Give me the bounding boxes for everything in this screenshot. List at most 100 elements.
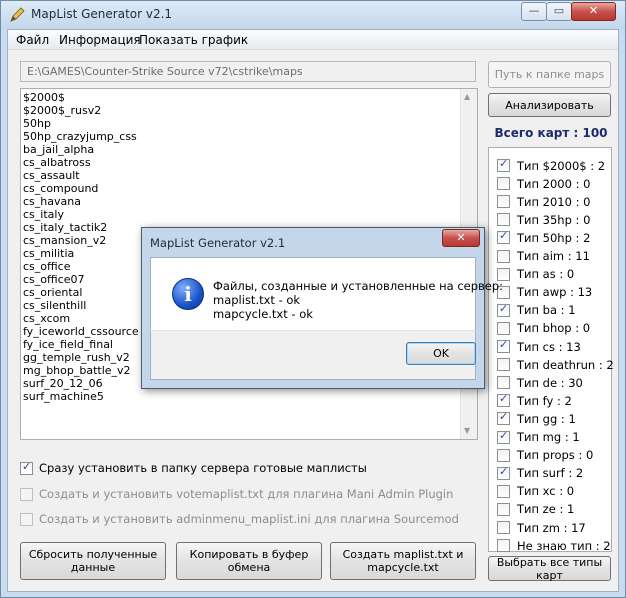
type-checkbox[interactable]: [497, 177, 510, 191]
type-label: Тип gg : 1: [517, 411, 576, 426]
ok-button[interactable]: OK: [406, 342, 476, 365]
list-item[interactable]: cs_oriental: [23, 286, 139, 299]
list-item[interactable]: cs_office07: [23, 273, 139, 286]
type-checkbox[interactable]: [497, 502, 510, 516]
browse-maps-folder-button[interactable]: Путь к папке maps: [488, 61, 611, 88]
type-checkbox[interactable]: ✓: [497, 338, 510, 353]
type-row[interactable]: ✓ Тип surf : 2: [497, 465, 583, 481]
install-to-server-checkbox[interactable]: ✓: [20, 459, 33, 475]
list-item[interactable]: fy_ice_field_final: [23, 338, 139, 351]
sourcemod-adminmenu-label: Создать и установить adminmenu_maplist.i…: [39, 512, 459, 526]
menu-info[interactable]: Информация: [59, 33, 141, 47]
list-item[interactable]: cs_compound: [23, 182, 139, 195]
type-row[interactable]: ✓ Тип fy : 2: [497, 392, 572, 408]
type-checkbox[interactable]: [497, 521, 510, 534]
type-checkbox[interactable]: ✓: [497, 392, 510, 408]
window-title: MapList Generator v2.1: [31, 7, 173, 21]
select-all-types-button[interactable]: Выбрать все типы карт: [488, 556, 611, 582]
menu-file[interactable]: Файл: [16, 33, 49, 47]
type-checkbox[interactable]: [497, 358, 510, 372]
option-install-to-server[interactable]: ✓ Сразу установить в папку сервера готов…: [20, 460, 367, 476]
close-button[interactable]: ✕: [571, 2, 616, 21]
list-item[interactable]: cs_silenthill: [23, 299, 139, 312]
type-row[interactable]: Тип de : 30: [497, 375, 583, 390]
analyze-button[interactable]: Анализировать: [488, 93, 611, 117]
type-row[interactable]: Тип props : 0: [497, 448, 593, 463]
type-row[interactable]: Тип bhop : 0: [497, 321, 590, 336]
sourcemod-adminmenu-checkbox[interactable]: [20, 512, 33, 526]
type-label: Тип 35hp : 0: [517, 212, 591, 227]
type-checkbox[interactable]: [497, 539, 510, 553]
list-item[interactable]: ba_jail_alpha: [23, 143, 139, 156]
option-mani-votemaplist[interactable]: Создать и установить votemaplist.txt для…: [20, 486, 453, 502]
type-label: Не знаю тип : 2: [517, 538, 611, 553]
create-maplist-button[interactable]: Создать maplist.txt и mapcycle.txt: [330, 542, 476, 580]
minimize-button[interactable]: —: [521, 2, 547, 21]
type-row[interactable]: ✓ Тип mg : 1: [497, 428, 580, 445]
type-checkbox[interactable]: ✓: [497, 410, 510, 426]
type-row[interactable]: Тип 2010 : 0: [497, 194, 590, 209]
check-icon: ✓: [22, 459, 32, 473]
type-checkbox[interactable]: [497, 448, 510, 462]
type-checkbox[interactable]: ✓: [497, 157, 510, 172]
type-row[interactable]: ✓ Тип $2000$ : 2: [497, 157, 605, 173]
type-checkbox[interactable]: [497, 321, 510, 335]
type-row[interactable]: ✓ Тип ba : 1: [497, 302, 576, 318]
maps-path-field[interactable]: E:\GAMES\Counter-Strike Source v72\cstri…: [20, 61, 476, 82]
type-checkbox[interactable]: [497, 249, 510, 263]
menu-show-chart[interactable]: Показать график: [139, 33, 248, 47]
list-item[interactable]: fy_iceworld_cssource: [23, 325, 139, 338]
reset-data-button[interactable]: Сбросить полученные данные: [20, 542, 166, 580]
list-item[interactable]: $2000$: [23, 91, 139, 104]
type-checkbox[interactable]: [497, 376, 510, 390]
scroll-down-icon[interactable]: ▼: [464, 426, 470, 435]
list-item[interactable]: 50hp: [23, 117, 139, 130]
pencil-app-icon: [10, 7, 25, 22]
list-item[interactable]: surf_machine5: [23, 390, 139, 403]
type-checkbox[interactable]: [497, 484, 510, 498]
type-row[interactable]: Тип aim : 11: [497, 249, 590, 264]
list-item[interactable]: cs_office: [23, 260, 139, 273]
type-row[interactable]: Тип deathrun : 2: [497, 357, 614, 372]
type-row[interactable]: Тип as : 0: [497, 267, 574, 282]
list-item[interactable]: surf_20_12_06: [23, 377, 139, 390]
type-row[interactable]: ✓ Тип gg : 1: [497, 410, 576, 426]
type-checkbox[interactable]: ✓: [497, 428, 510, 444]
type-row[interactable]: Тип ze : 1: [497, 502, 574, 517]
type-checkbox[interactable]: [497, 213, 510, 227]
type-row[interactable]: ✓ Тип cs : 13: [497, 338, 581, 354]
list-item[interactable]: cs_assault: [23, 169, 139, 182]
list-item[interactable]: cs_militia: [23, 247, 139, 260]
list-item[interactable]: gg_temple_rush_v2: [23, 351, 139, 364]
list-item[interactable]: $2000$_rusv2: [23, 104, 139, 117]
list-item[interactable]: 50hp_crazyjump_css: [23, 130, 139, 143]
maximize-button[interactable]: ▭: [546, 2, 572, 21]
type-row[interactable]: Тип 2000 : 0: [497, 176, 590, 191]
type-checkbox[interactable]: ✓: [497, 465, 510, 480]
type-row[interactable]: Тип 35hp : 0: [497, 212, 590, 227]
copy-to-clipboard-button[interactable]: Копировать в буфер обмена: [176, 542, 322, 580]
list-item[interactable]: cs_italy: [23, 208, 139, 221]
list-item[interactable]: cs_xcom: [23, 312, 139, 325]
check-icon: ✓: [499, 338, 509, 351]
type-row[interactable]: Тип xc : 0: [497, 484, 574, 499]
type-label: Тип 2000 : 0: [517, 176, 591, 191]
option-sourcemod-adminmenu[interactable]: Создать и установить adminmenu_maplist.i…: [20, 511, 459, 527]
check-icon: ✓: [499, 428, 509, 442]
title-bar[interactable]: MapList Generator v2.1 — ▭ ✕: [1, 1, 625, 29]
list-item[interactable]: cs_albatross: [23, 156, 139, 169]
type-row[interactable]: Тип zm : 17: [497, 520, 586, 535]
dialog-close-button[interactable]: ✕: [442, 229, 480, 247]
list-item[interactable]: mg_bhop_battle_v2: [23, 364, 139, 377]
type-row[interactable]: Тип awp : 13: [497, 285, 592, 300]
mani-votemaplist-checkbox[interactable]: [20, 487, 33, 501]
list-item[interactable]: cs_havana: [23, 195, 139, 208]
type-checkbox[interactable]: ✓: [497, 229, 510, 245]
list-item[interactable]: cs_italy_tactik2: [23, 221, 139, 234]
type-row[interactable]: ✓ Тип 50hp : 2: [497, 229, 590, 245]
type-checkbox[interactable]: [497, 195, 510, 209]
type-label: Тип cs : 13: [517, 339, 581, 354]
scroll-up-icon[interactable]: ▲: [464, 92, 470, 101]
list-item[interactable]: cs_mansion_v2: [23, 234, 139, 247]
type-row[interactable]: Не знаю тип : 2: [497, 538, 611, 553]
